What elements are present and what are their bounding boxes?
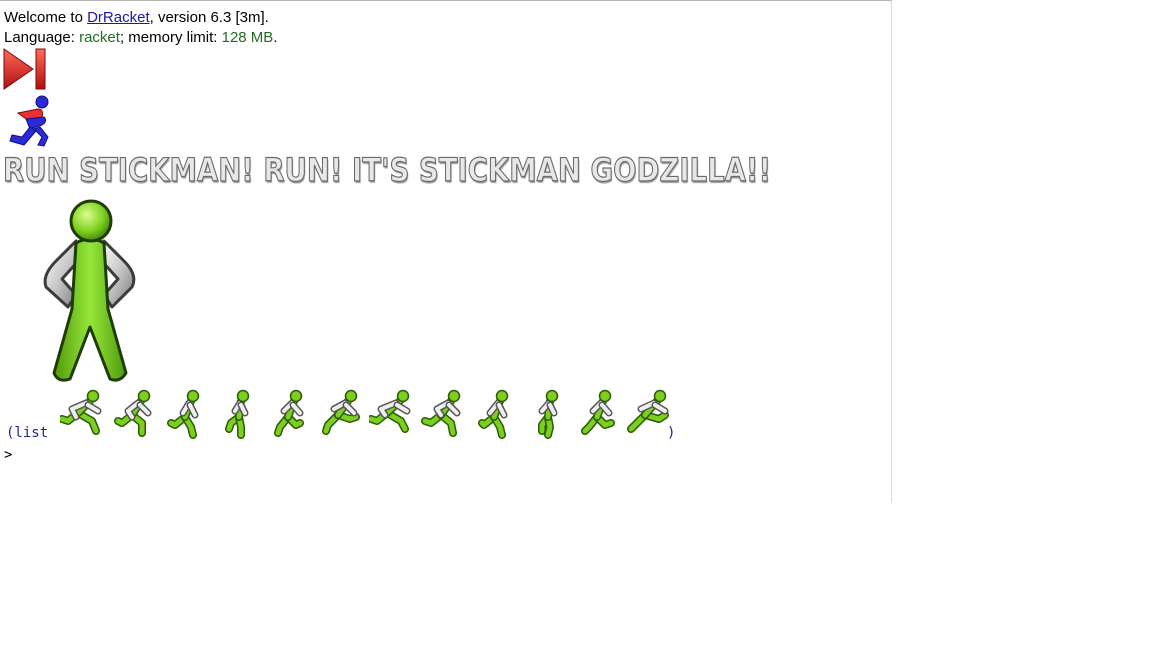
list-close: ) (667, 425, 676, 441)
running-stickman-icon (113, 389, 151, 437)
godzilla-headline: RUN STICKMAN! RUN! IT'S STICKMAN GODZILL… (2, 150, 772, 189)
language-middle: ; memory limit: (119, 29, 222, 46)
memory-limit: 128 MB (221, 29, 274, 46)
running-stickman-icon (321, 389, 360, 435)
running-stickman-icon (478, 389, 509, 439)
runner-icon (9, 95, 49, 147)
running-stickman-icon (369, 389, 411, 433)
running-stickman-icon (224, 389, 249, 439)
running-stickman-icon (167, 389, 200, 439)
language-name: racket (79, 29, 120, 46)
running-stickman-icon (581, 389, 615, 435)
running-stickman-icon (274, 389, 304, 437)
list-open: (list (6, 425, 49, 441)
drracket-link[interactable]: DrRacket (87, 9, 150, 26)
welcome-suffix: , version 6.3 [3m]. (149, 9, 269, 26)
interactions-pane[interactable]: Welcome to DrRacket, version 6.3 [3m]. L… (0, 0, 892, 503)
language-prefix: Language: (4, 29, 80, 46)
running-stickman-icon (420, 389, 460, 437)
stickman-frames (60, 387, 672, 441)
running-stickman-icon (537, 389, 558, 439)
step-icon (3, 48, 46, 90)
language-line: Language: racket; memory limit: 128 MB. (4, 29, 277, 46)
language-end: . (273, 29, 278, 46)
prompt[interactable]: > (4, 447, 12, 463)
welcome-prefix: Welcome to (4, 9, 88, 26)
big-stickman-icon (43, 199, 136, 382)
welcome-line: Welcome to DrRacket, version 6.3 [3m]. (4, 9, 269, 26)
running-stickman-icon (60, 389, 102, 435)
